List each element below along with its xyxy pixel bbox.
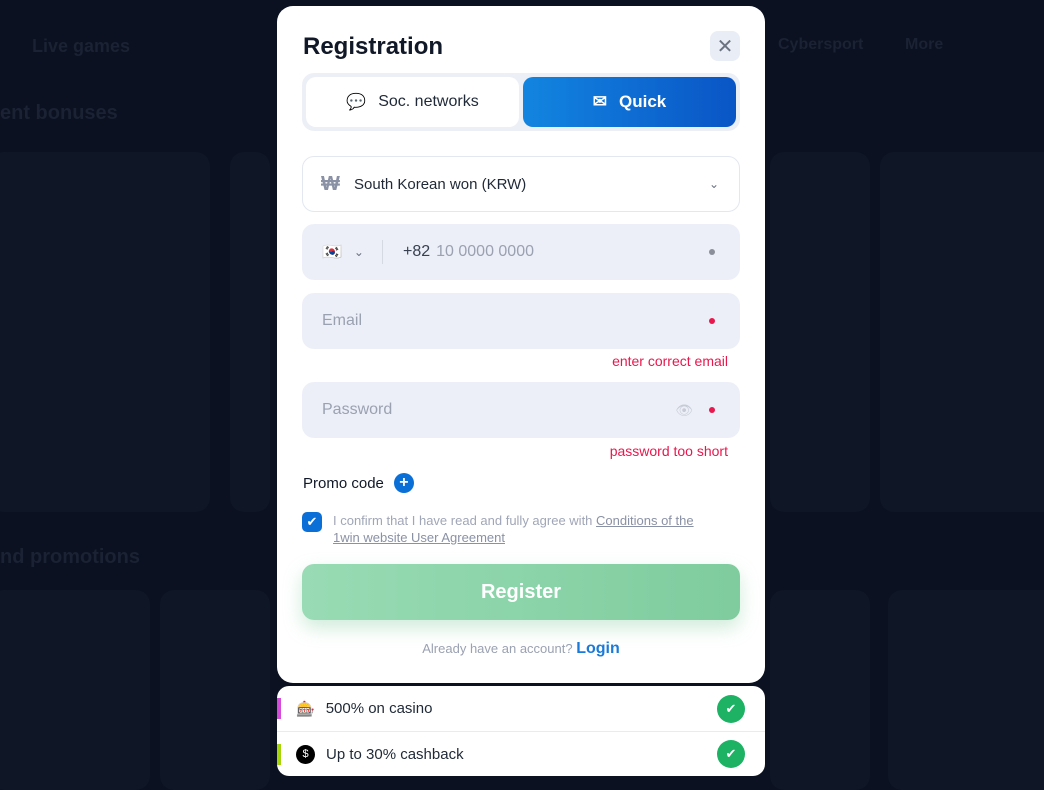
close-icon: ✕ [716,35,734,58]
nav-live-games: Live games [32,36,131,56]
bg-card [770,152,870,512]
agreement-text: I confirm that I have read and fully agr… [333,513,597,528]
agreement: ✔ I confirm that I have read and fully a… [302,512,722,546]
promo-code-toggle[interactable]: Promo code + [303,473,414,493]
chat-bubble-icon: 💬 [346,94,367,111]
login-prompt-text: Already have an account? [422,641,573,656]
modal-title: Registration [303,33,444,60]
login-link[interactable]: Login [576,640,620,657]
bonus-label: Up to 30% cashback [326,745,464,763]
bg-card [770,590,870,790]
password-field[interactable]: Password 👁 [302,382,740,438]
plus-icon[interactable]: + [393,473,414,493]
agreement-checkbox[interactable]: ✔ [302,512,322,532]
currency-value: South Korean won (KRW) [354,175,527,193]
bonus-label: 500% on casino [325,700,433,717]
slot-machine-icon: 🎰 [296,700,315,718]
bonus-item: $ Up to 30% cashback ✔ [277,731,765,776]
password-error: password too short [609,443,728,459]
bg-card [160,590,270,790]
nav-more: More [905,36,944,53]
bonus-color-bar [277,744,281,765]
country-flag-selector[interactable]: 🇰🇷 ⌄ [322,240,383,264]
password-placeholder: Password [322,401,393,418]
bg-card [888,590,1044,790]
bg-card [230,152,270,512]
korea-flag-icon: 🇰🇷 [322,244,342,261]
tab-social-networks[interactable]: 💬 Soc. networks [306,77,519,127]
email-field[interactable]: Email [302,293,740,349]
register-button[interactable]: Register [302,564,740,620]
login-prompt: Already have an account? Login [277,640,765,658]
close-button[interactable]: ✕ [710,31,740,61]
section-promotions: nd promotions [0,546,140,568]
phone-placeholder: 10 0000 0000 [436,243,534,260]
registration-modal: Registration ✕ 💬 Soc. networks ✉ Quick ₩… [277,6,765,683]
envelope-icon: ✉ [592,92,607,111]
bg-card [880,152,1044,512]
email-error: enter correct email [612,353,728,369]
won-icon: ₩ [321,172,340,195]
registration-tabs: 💬 Soc. networks ✉ Quick [302,73,740,131]
tab-label: Quick [619,92,667,111]
bonus-item: 🎰 500% on casino ✔ [277,686,765,731]
required-dot [709,407,715,413]
tab-label: Soc. networks [378,93,479,110]
check-badge-icon: ✔ [719,742,743,766]
currency-select[interactable]: ₩ South Korean won (KRW) ⌄ [302,156,740,212]
phone-field[interactable]: 🇰🇷 ⌄ +82 10 0000 0000 [302,224,740,280]
nav-cybersport: Cybersport [778,36,864,53]
tab-quick[interactable]: ✉ Quick [523,77,736,127]
bg-card [0,590,150,790]
required-dot [709,318,715,324]
status-dot [709,249,715,255]
phone-code: +82 [402,243,431,260]
section-bonuses: ent bonuses [0,102,118,124]
bonus-list: 🎰 500% on casino ✔ $ Up to 30% cashback … [277,686,765,776]
cashback-icon: $ [296,744,315,764]
eye-icon[interactable]: 👁 [675,402,693,419]
bonus-color-bar [277,698,281,719]
email-placeholder: Email [322,312,363,329]
promo-label: Promo code [303,474,384,492]
chevron-down-icon: ⌄ [353,245,364,259]
chevron-down-icon: ⌄ [708,177,719,191]
bg-card [0,152,210,512]
check-badge-icon: ✔ [719,696,743,721]
